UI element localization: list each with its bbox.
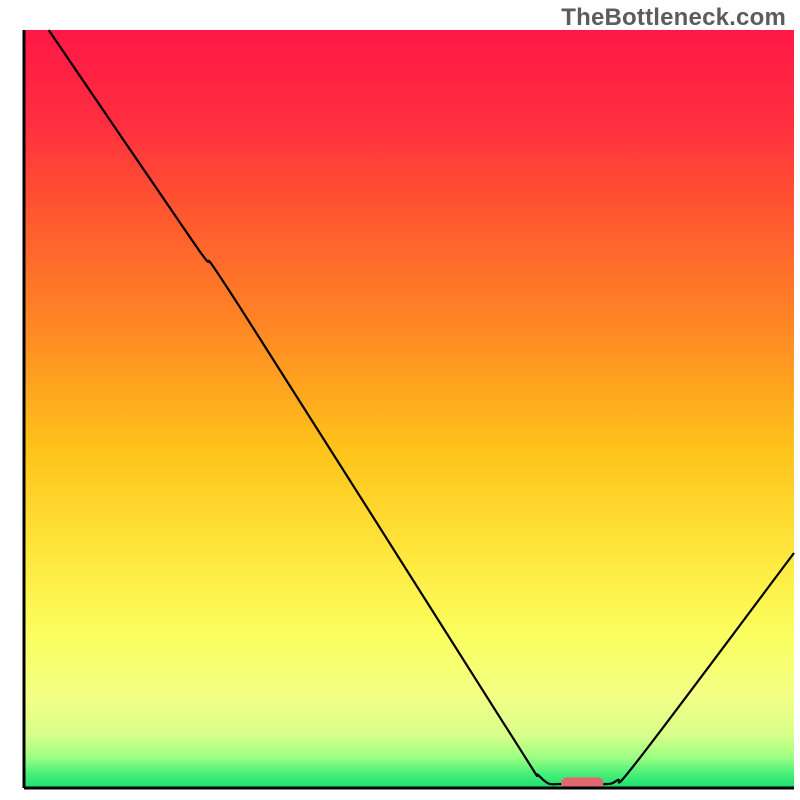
bottleneck-chart: [0, 0, 800, 800]
watermark-text: TheBottleneck.com: [561, 4, 786, 32]
plot-background: [24, 30, 794, 788]
chart-container: TheBottleneck.com: [0, 0, 800, 800]
